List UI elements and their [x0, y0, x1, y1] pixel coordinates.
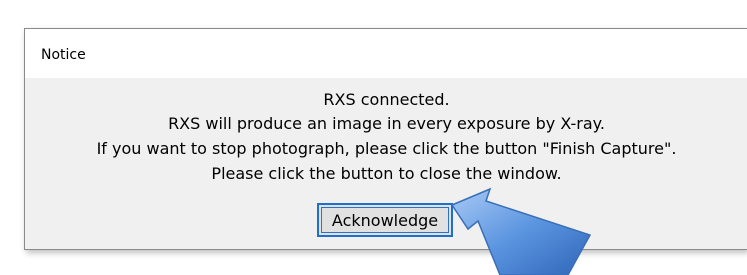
message-line-2: RXS will produce an image in every expos… [168, 114, 605, 133]
dialog-body: RXS connected. RXS will produce an image… [25, 78, 747, 249]
screenshot-stage: Notice RXS connected. RXS will produce a… [0, 0, 747, 275]
acknowledge-button[interactable]: Acknowledge [317, 203, 453, 237]
notice-dialog: Notice RXS connected. RXS will produce a… [24, 28, 747, 250]
dialog-titlebar: Notice [25, 29, 747, 78]
message-line-4: Please click the button to close the win… [211, 164, 562, 183]
message-line-3: If you want to stop photograph, please c… [96, 139, 677, 158]
dialog-title: Notice [41, 47, 86, 63]
message-line-1: RXS connected. [323, 90, 450, 109]
